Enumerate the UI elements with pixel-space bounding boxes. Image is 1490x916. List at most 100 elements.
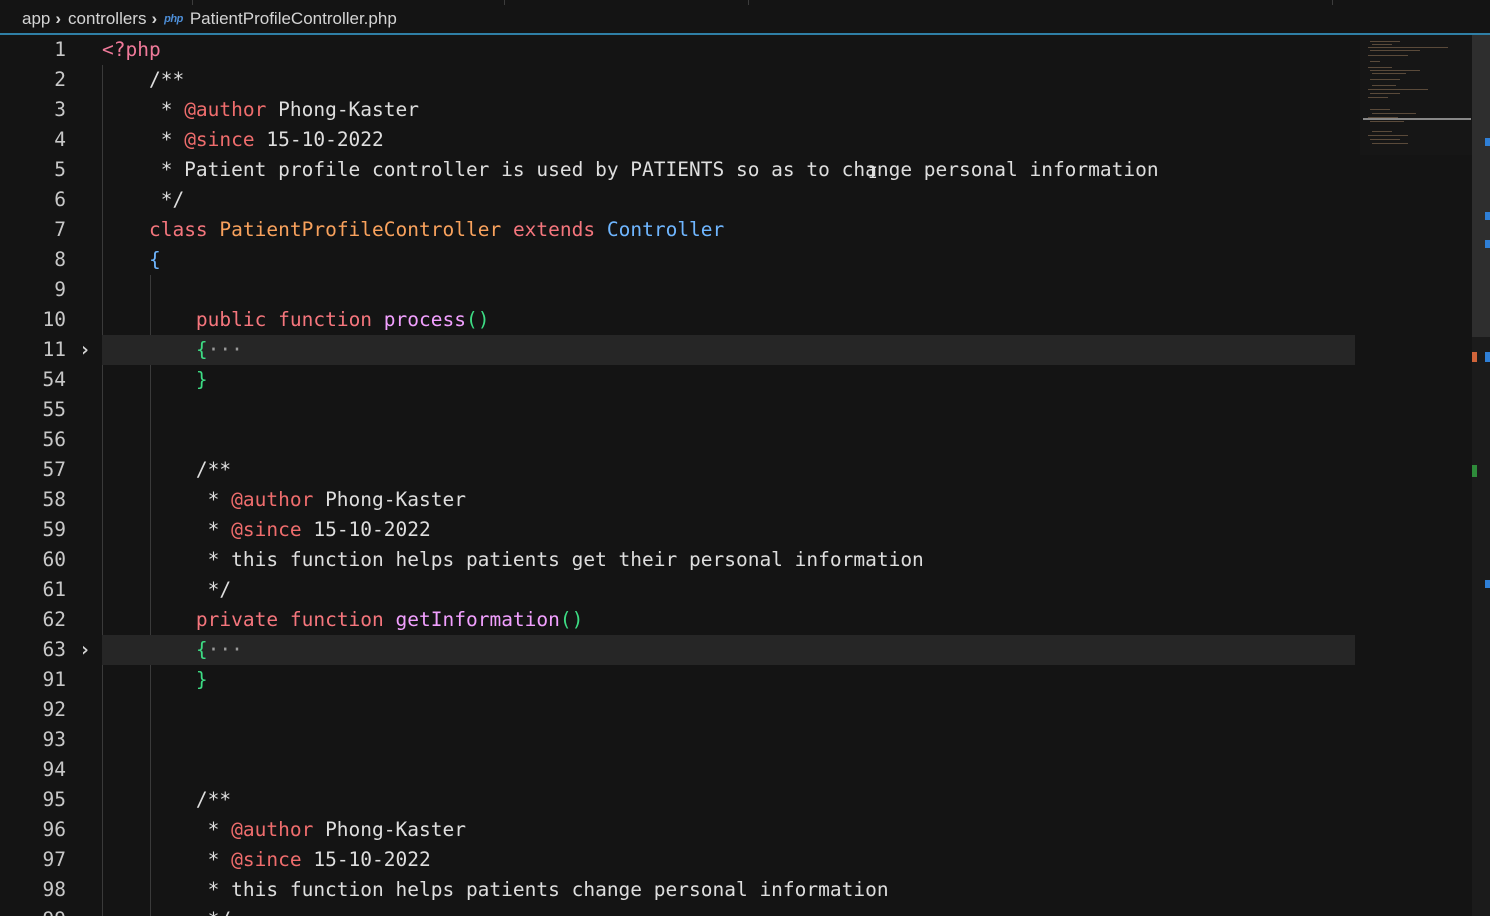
minimap-line bbox=[1368, 97, 1388, 98]
code-text: * @author Phong-Kaster bbox=[102, 485, 466, 515]
scrollbar-marker bbox=[1485, 352, 1490, 362]
minimap[interactable] bbox=[1360, 35, 1472, 155]
code-token-kw: function bbox=[289, 608, 384, 631]
breadcrumb-file-name[interactable]: PatientProfileController.php bbox=[190, 9, 397, 29]
code-line[interactable]: 1 <?php bbox=[0, 35, 1360, 65]
code-line[interactable]: 93 bbox=[0, 725, 1360, 755]
line-number: 61 bbox=[42, 578, 66, 601]
code-line[interactable]: 60 * this function helps patients get th… bbox=[0, 545, 1360, 575]
code-token-punct bbox=[278, 608, 290, 631]
minimap-line bbox=[1372, 44, 1392, 45]
scrollbar-thumb[interactable] bbox=[1472, 35, 1490, 337]
minimap-line bbox=[1372, 131, 1392, 132]
code-text: } bbox=[102, 365, 208, 395]
code-token-comment: */ bbox=[102, 188, 185, 211]
code-token-comment: * bbox=[102, 818, 232, 841]
code-line[interactable]: 7 class PatientProfileController extends… bbox=[0, 215, 1360, 245]
line-number: 94 bbox=[42, 758, 66, 781]
fold-chevron-icon[interactable]: › bbox=[79, 635, 95, 665]
code-token-kw: extends bbox=[512, 218, 596, 241]
minimap-viewport[interactable] bbox=[1363, 118, 1471, 120]
code-text: { bbox=[102, 245, 161, 275]
code-line[interactable]: 95 /** bbox=[0, 785, 1360, 815]
code-line[interactable]: 91 } bbox=[0, 665, 1360, 695]
scrollbar-marker bbox=[1472, 352, 1477, 362]
code-text: * @since 15-10-2022 bbox=[102, 515, 431, 545]
minimap-line bbox=[1370, 109, 1390, 110]
code-token-comment: * bbox=[102, 128, 185, 151]
code-token-comment: /** bbox=[102, 458, 232, 481]
code-line[interactable]: 57 /** bbox=[0, 455, 1360, 485]
code-line[interactable]: 61 */ bbox=[0, 575, 1360, 605]
code-text: * @author Phong-Kaster bbox=[102, 95, 419, 125]
code-line[interactable]: 63 › {··· bbox=[0, 635, 1360, 665]
code-line[interactable]: 92 bbox=[0, 695, 1360, 725]
code-line[interactable]: 56 bbox=[0, 425, 1360, 455]
code-line[interactable]: 98 * this function helps patients change… bbox=[0, 875, 1360, 905]
line-number: 56 bbox=[42, 428, 66, 451]
fold-chevron-icon[interactable]: › bbox=[79, 335, 95, 365]
code-line[interactable]: 2 /** bbox=[0, 65, 1360, 95]
minimap-line bbox=[1368, 47, 1448, 48]
line-number: 57 bbox=[42, 458, 66, 481]
code-text: /** bbox=[102, 455, 231, 485]
code-text: * Patient profile controller is used by … bbox=[102, 155, 1159, 185]
code-token-punct bbox=[372, 308, 384, 331]
breadcrumb-segment-app[interactable]: app bbox=[22, 9, 50, 29]
code-line[interactable]: 11 › {··· bbox=[0, 335, 1360, 365]
code-line[interactable]: 96 * @author Phong-Kaster bbox=[0, 815, 1360, 845]
minimap-line bbox=[1370, 61, 1380, 62]
folded-line-highlight bbox=[102, 335, 1355, 365]
code-token-punct bbox=[102, 608, 196, 631]
scrollbar-marker bbox=[1485, 212, 1490, 220]
line-number: 91 bbox=[42, 668, 66, 691]
code-line[interactable]: 59 * @since 15-10-2022 bbox=[0, 515, 1360, 545]
code-token-brace: { bbox=[195, 638, 208, 661]
code-token-kw: class bbox=[148, 218, 208, 241]
line-number: 6 bbox=[54, 188, 66, 211]
code-line[interactable]: 97 * @since 15-10-2022 bbox=[0, 845, 1360, 875]
code-line[interactable]: 54 } bbox=[0, 365, 1360, 395]
code-token-comment: * bbox=[102, 98, 185, 121]
code-line[interactable]: 9 bbox=[0, 275, 1360, 305]
code-line[interactable]: 99 */ bbox=[0, 905, 1360, 916]
code-line[interactable]: 4 * @since 15-10-2022 bbox=[0, 125, 1360, 155]
code-text: /** bbox=[102, 785, 231, 815]
scrollbar-marker bbox=[1472, 465, 1477, 477]
breadcrumb: app › controllers › php PatientProfileCo… bbox=[0, 5, 1490, 33]
code-text: class PatientProfileController extends C… bbox=[102, 215, 724, 245]
code-line[interactable]: 94 bbox=[0, 755, 1360, 785]
line-number: 9 bbox=[54, 278, 66, 301]
code-token-comment: * Patient profile controller is used by … bbox=[102, 158, 1159, 181]
code-token-doctag: @author bbox=[184, 98, 267, 121]
code-text: * @since 15-10-2022 bbox=[102, 845, 431, 875]
code-token-comment: * bbox=[102, 848, 232, 871]
code-token-brace: } bbox=[195, 668, 208, 691]
code-token-brace: } bbox=[195, 368, 208, 391]
code-line[interactable]: 3 * @author Phong-Kaster bbox=[0, 95, 1360, 125]
code-token-comment: 15-10-2022 bbox=[254, 128, 384, 151]
code-token-punct bbox=[102, 218, 149, 241]
code-token-comment: 15-10-2022 bbox=[301, 848, 431, 871]
code-token-punct bbox=[102, 338, 196, 361]
text-cursor-icon: I bbox=[868, 163, 878, 182]
code-line[interactable]: 5 * Patient profile controller is used b… bbox=[0, 155, 1360, 185]
line-number: 59 bbox=[42, 518, 66, 541]
line-number: 60 bbox=[42, 548, 66, 571]
code-token-punct bbox=[102, 668, 196, 691]
line-number: 96 bbox=[42, 818, 66, 841]
code-line[interactable]: 10 public function process() bbox=[0, 305, 1360, 335]
code-line[interactable]: 58 * @author Phong-Kaster bbox=[0, 485, 1360, 515]
code-editor[interactable]: 1 <?php 2 /** 3 * @author Phong-Kaster 4 * @… bbox=[0, 35, 1490, 916]
scrollbar-marker bbox=[1485, 138, 1490, 146]
code-line[interactable]: 8 { bbox=[0, 245, 1360, 275]
minimap-line bbox=[1370, 70, 1420, 71]
code-line[interactable]: 62 private function getInformation() bbox=[0, 605, 1360, 635]
scrollbar-marker bbox=[1485, 580, 1490, 588]
code-token-punct bbox=[208, 218, 220, 241]
code-token-punct bbox=[102, 248, 149, 271]
line-number: 63 bbox=[42, 638, 66, 661]
code-line[interactable]: 6 */ bbox=[0, 185, 1360, 215]
breadcrumb-segment-controllers[interactable]: controllers bbox=[68, 9, 146, 29]
code-line[interactable]: 55 bbox=[0, 395, 1360, 425]
